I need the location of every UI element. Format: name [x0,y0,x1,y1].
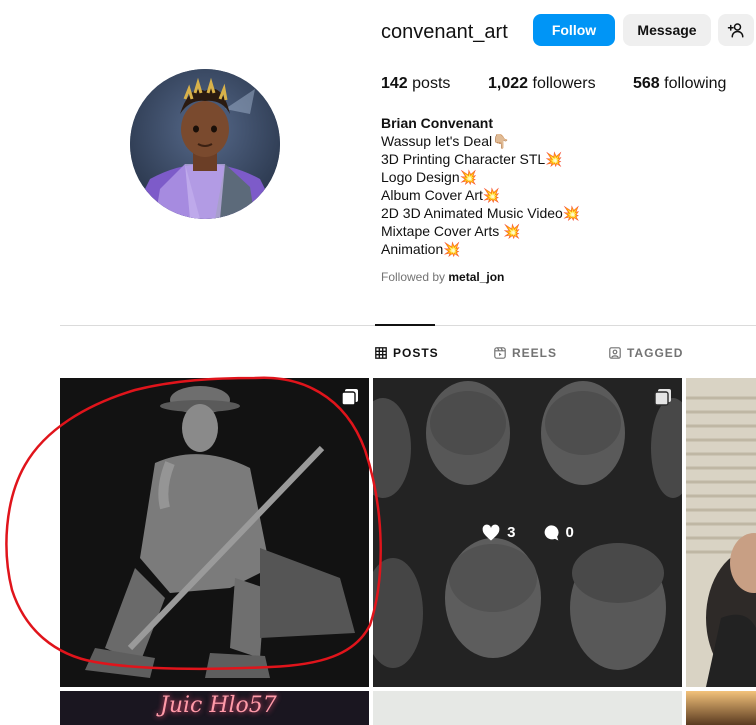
tab-reels[interactable]: REELS [494,346,557,360]
comments-stat: 0 [540,523,574,543]
post-image-sunset [686,691,756,725]
multi-post-icon [341,389,358,406]
post-artwork-text: Juic Hlo57 [160,693,277,718]
post-thumbnail[interactable]: Juic Hlo57 [60,691,369,725]
bio-line: Album Cover Art💥 [381,187,501,203]
followers-link[interactable]: 1,022 followers [488,75,596,93]
tab-posts[interactable]: POSTS [375,346,439,360]
post-hover-overlay: 3 0 [373,378,682,687]
following-link[interactable]: 568 following [633,75,726,93]
message-button[interactable]: Message [623,14,711,46]
post-image-office-portrait [686,378,756,687]
avatar-image [130,69,280,219]
grid-icon [375,347,387,359]
profile-username: convenant_art [381,21,508,43]
bio-line: 2D 3D Animated Music Video💥 [381,205,581,221]
profile-full-name: Brian Convenant [381,115,494,131]
reels-icon [494,347,506,359]
post-thumbnail[interactable] [686,691,756,725]
post-image-soldier-sculpture [60,378,369,687]
suggested-users-button[interactable] [718,14,754,46]
posts-count: 142 posts [381,75,451,92]
bio-line: Wassup let's Deal👇🏼 [381,133,510,149]
post-thumbnail[interactable] [686,378,756,687]
post-thumbnail[interactable] [373,691,682,725]
tab-tagged[interactable]: TAGGED [609,346,683,360]
post-thumbnail[interactable] [60,378,369,687]
bio-line: Logo Design💥 [381,169,478,185]
likes-stat: 3 [481,523,516,543]
profile-bio: Brian Convenant Wassup let's Deal👇🏼 3D P… [381,114,580,258]
bio-line: 3D Printing Character STL💥 [381,151,563,167]
tagged-icon [609,347,621,359]
post-thumbnail-hovered[interactable]: 3 0 [373,378,682,687]
bio-line: Animation💥 [381,241,461,257]
profile-avatar[interactable] [130,69,280,219]
active-tab-indicator [375,324,435,326]
add-person-icon [727,23,744,38]
bio-line: Mixtape Cover Arts 💥 [381,223,521,239]
follow-button[interactable]: Follow [533,14,615,46]
comment-icon [544,524,559,540]
heart-icon [482,524,500,540]
followed-by[interactable]: Followed by metal_jon [381,270,504,284]
